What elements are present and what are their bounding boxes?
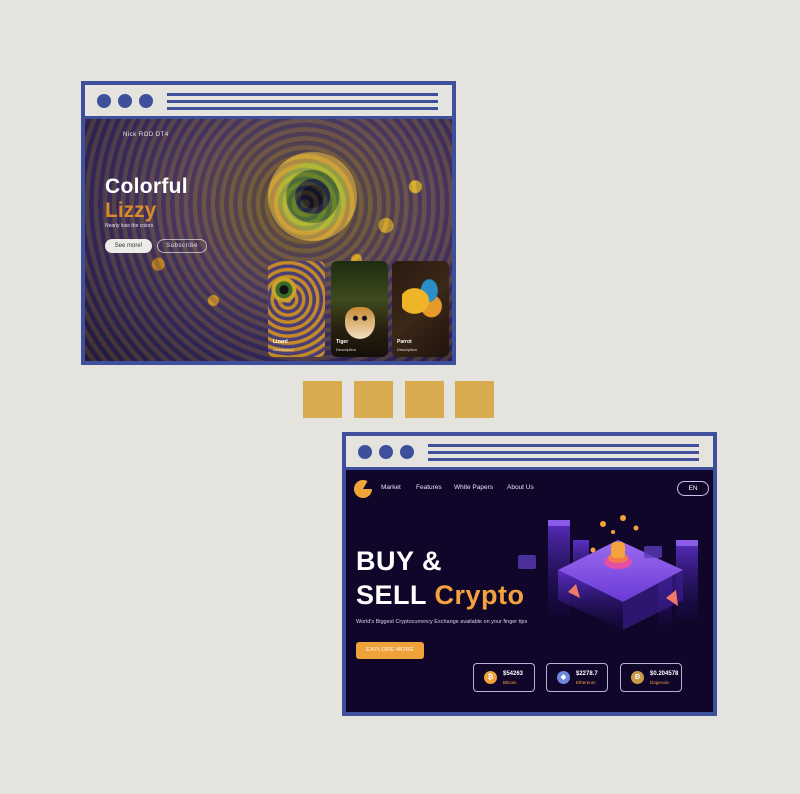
titlebar-line [167, 100, 438, 103]
card-title: Parrot [397, 339, 412, 345]
explore-more-button[interactable]: EXPLORE MORE [356, 642, 424, 659]
hero-headline-line2: SELL Crypto [356, 580, 525, 611]
titlebar-line [167, 93, 438, 96]
coin-card-bitcoin[interactable]: ₿ $54263 Bitcoin [473, 663, 535, 692]
hero-tagline: World's Biggest Cryptocurrency Exchange … [356, 619, 528, 625]
window-dot[interactable] [358, 445, 372, 459]
card-description: Description [336, 347, 357, 352]
window-titlebar [346, 436, 713, 470]
subscribe-button[interactable]: Subscribe [157, 239, 207, 253]
lizard-tagline: Nearly lose the colors [105, 223, 154, 229]
window-dot[interactable] [118, 94, 132, 108]
titlebar-line [167, 107, 438, 110]
window-dot[interactable] [379, 445, 393, 459]
crypto-browser-window: Market Features White Papers About Us EN [342, 432, 717, 716]
window-dot[interactable] [97, 94, 111, 108]
nav-about-us[interactable]: About Us [507, 484, 534, 491]
lizard-subtitle: Lizzy [105, 199, 157, 222]
coin-price: $0.204578 [650, 671, 679, 677]
coin-name: Bitcoin [503, 680, 517, 685]
nav-features[interactable]: Features [416, 484, 442, 491]
crypto-page: Market Features White Papers About Us EN [346, 470, 713, 712]
logo-icon[interactable] [354, 480, 372, 498]
dogecoin-icon: Ð [631, 671, 644, 684]
decorative-square [455, 381, 494, 418]
coin-name: Dogecoin [650, 680, 670, 685]
titlebar-line [428, 451, 699, 454]
lizard-page: Nick ROD DT4 Colorful Lizzy Nearly lose … [85, 119, 452, 361]
titlebar-line [428, 458, 699, 461]
decorative-square [405, 381, 444, 418]
coin-price: $2278.7 [576, 671, 598, 677]
window-dot[interactable] [139, 94, 153, 108]
coin-card-ethereum[interactable]: ◆ $2278.7 Ethereum [546, 663, 608, 692]
bitcoin-icon: ₿ [484, 671, 497, 684]
card-description: Description [397, 347, 418, 352]
coin-card-dogecoin[interactable]: Ð $0.204578 Dogecoin [620, 663, 682, 692]
see-more-button[interactable]: See more! [105, 239, 152, 253]
hero-crypto: Crypto [434, 580, 525, 610]
ethereum-icon: ◆ [557, 671, 570, 684]
coin-price: $54263 [503, 671, 524, 677]
card-tiger[interactable]: Tiger Description [331, 261, 388, 357]
card-title: Lizard [273, 339, 288, 345]
hero-headline-line1: BUY & [356, 546, 443, 576]
decorative-square [303, 381, 342, 418]
nav-market[interactable]: Market [381, 484, 401, 491]
lizard-browser-window: Nick ROD DT4 Colorful Lizzy Nearly lose … [81, 81, 456, 365]
hero-sell: SELL [356, 580, 427, 610]
card-description: Description [273, 347, 294, 352]
coin-name: Ethereum [576, 680, 596, 685]
nav-white-papers[interactable]: White Papers [454, 484, 493, 491]
window-titlebar [85, 85, 452, 119]
card-title: Tiger [336, 339, 349, 345]
lizard-title: Colorful [105, 175, 188, 198]
card-lizard[interactable]: Lizard Description [268, 261, 325, 357]
card-parrot[interactable]: Parrot Description [392, 261, 449, 357]
isometric-city-illustration [518, 515, 698, 630]
lizard-nav[interactable]: Nick ROD DT4 [123, 132, 169, 138]
language-button[interactable]: EN [677, 481, 709, 496]
titlebar-line [428, 444, 699, 447]
window-dot[interactable] [400, 445, 414, 459]
decorative-square [354, 381, 393, 418]
